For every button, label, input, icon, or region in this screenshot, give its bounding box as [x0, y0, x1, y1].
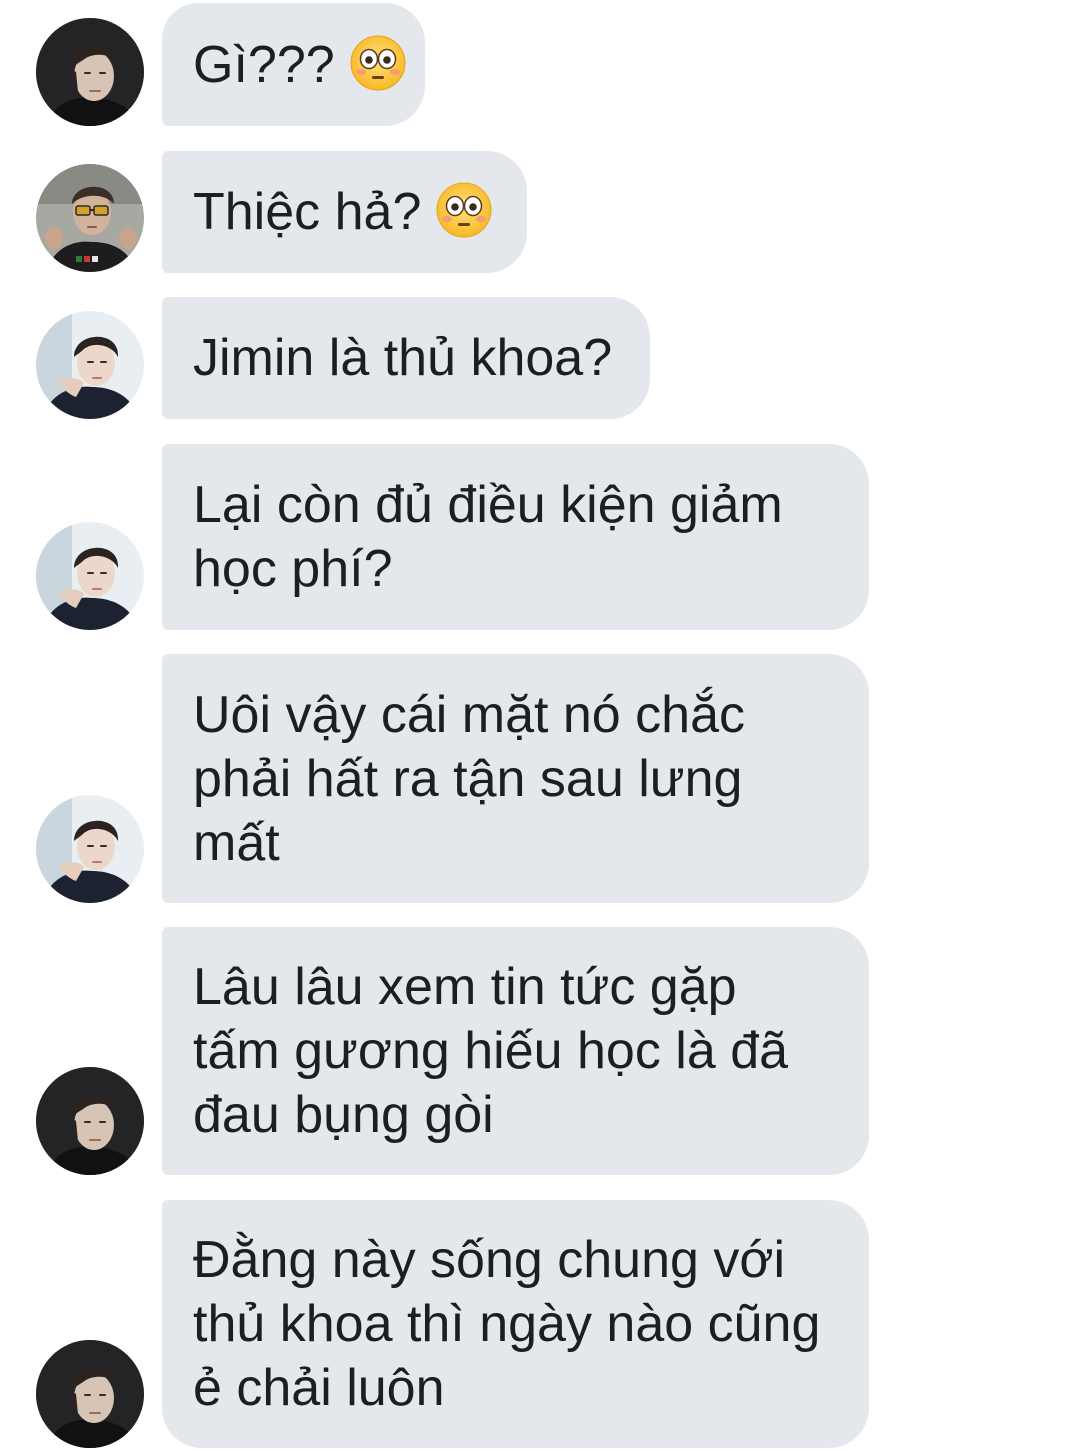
message-text: mất	[193, 813, 280, 872]
message-text: Đằng này sống chung với	[193, 1231, 786, 1289]
avatar-dark-portrait-icon	[36, 18, 144, 126]
message-text: Lâu lâu xem tin tức gặp	[193, 958, 737, 1016]
message-text: Gì???	[193, 35, 335, 94]
message-bubble[interactable]: Thiệc hả?	[162, 151, 527, 273]
message-text: Thiệc hả?	[193, 183, 422, 241]
message-text: đau bụng gòi	[193, 1086, 494, 1144]
message-text: phải hất ra tận sau lưng	[193, 749, 743, 808]
message-line: Thiệc hả?	[193, 180, 496, 244]
avatar-light-portrait-icon	[36, 311, 144, 419]
avatar-light-portrait-icon	[36, 795, 144, 903]
message-bubble[interactable]: Uôi vậy cái mặt nó chắc phải hất ra tận …	[162, 654, 869, 903]
flushed-face-icon	[435, 181, 493, 239]
message-text: ẻ chải luôn	[193, 1359, 445, 1417]
avatar-dark-portrait-icon	[36, 1340, 144, 1448]
message-text: Jimin là thủ khoa?	[193, 329, 613, 387]
flushed-face-icon	[349, 34, 407, 92]
avatar-sunglasses-heart-hands-icon	[36, 164, 144, 272]
avatar[interactable]	[36, 1067, 144, 1175]
message-text: Uôi vậy cái mặt nó chắc	[193, 685, 746, 744]
message-bubble[interactable]: Lại còn đủ điều kiện giảm học phí?	[162, 444, 869, 630]
avatar[interactable]	[36, 795, 144, 903]
message-line: Lại còn đủ điều kiện giảm	[193, 473, 838, 537]
message-text: tấm gương hiếu học là đã	[193, 1022, 789, 1080]
avatar[interactable]	[36, 1340, 144, 1448]
avatar[interactable]	[36, 18, 144, 126]
message-line: mất	[193, 811, 838, 875]
avatar[interactable]	[36, 164, 144, 272]
message-bubble[interactable]: Gì???	[162, 3, 425, 126]
avatar[interactable]	[36, 522, 144, 630]
message-line: ẻ chải luôn	[193, 1356, 838, 1420]
message-text: Lại còn đủ điều kiện giảm	[193, 476, 783, 534]
avatar[interactable]	[36, 311, 144, 419]
message-line: Gì???	[193, 33, 394, 97]
avatar-dark-portrait-icon	[36, 1067, 144, 1175]
message-line: Uôi vậy cái mặt nó chắc	[193, 683, 838, 747]
message-line: tấm gương hiếu học là đã	[193, 1019, 838, 1083]
message-bubble[interactable]: Lâu lâu xem tin tức gặp tấm gương hiếu h…	[162, 927, 869, 1175]
message-line: đau bụng gòi	[193, 1083, 838, 1147]
message-line: thủ khoa thì ngày nào cũng	[193, 1292, 838, 1356]
message-line: học phí?	[193, 537, 838, 601]
message-line: Lâu lâu xem tin tức gặp	[193, 955, 838, 1019]
message-text: học phí?	[193, 540, 393, 598]
message-line: phải hất ra tận sau lưng	[193, 747, 838, 811]
message-line: Jimin là thủ khoa?	[193, 326, 619, 390]
avatar-light-portrait-icon	[36, 522, 144, 630]
message-line: Đằng này sống chung với	[193, 1228, 838, 1292]
message-bubble[interactable]: Jimin là thủ khoa?	[162, 297, 650, 419]
message-bubble[interactable]: Đằng này sống chung với thủ khoa thì ngà…	[162, 1200, 869, 1448]
message-text: thủ khoa thì ngày nào cũng	[193, 1295, 821, 1353]
